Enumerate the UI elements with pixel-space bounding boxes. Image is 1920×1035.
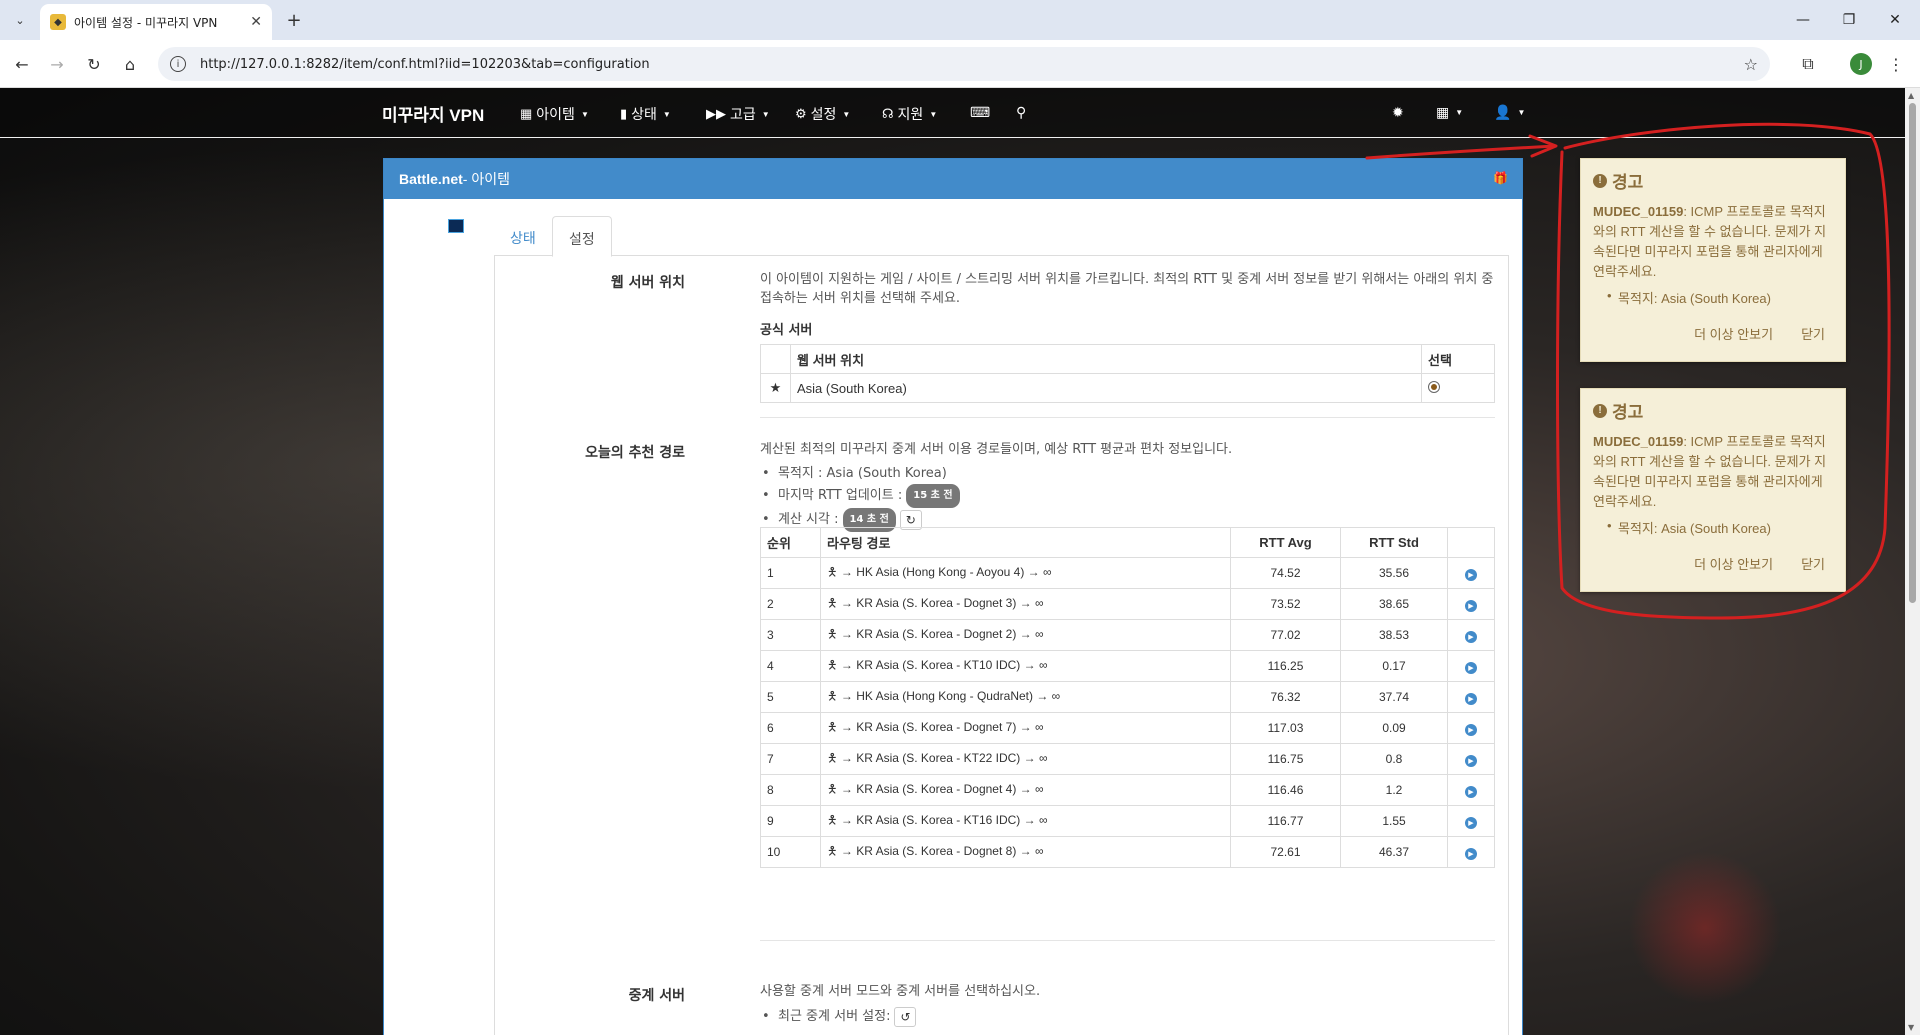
restore-icon[interactable]: ❐ (1826, 0, 1872, 40)
url-text[interactable]: http://127.0.0.1:8282/item/conf.html?iid… (200, 57, 650, 72)
window-close-icon[interactable]: ✕ (1872, 0, 1918, 40)
scroll-down-icon[interactable]: ▼ (1908, 1023, 1914, 1032)
annotation-arrow (1365, 144, 1557, 160)
favicon-icon: ◆ (50, 14, 66, 30)
scroll-up-icon[interactable]: ▲ (1908, 91, 1914, 100)
profile-avatar[interactable]: J (1850, 53, 1872, 75)
reload-icon[interactable]: ↻ (82, 52, 106, 76)
back-arrow-icon[interactable]: ← (10, 52, 34, 76)
browser-tab[interactable]: ◆ 아이템 설정 - 미꾸라지 VPN ✕ (40, 4, 272, 40)
browser-tab-bar: ⌄ ◆ 아이템 설정 - 미꾸라지 VPN ✕ + — ❐ ✕ (0, 0, 1920, 40)
minimize-icon[interactable]: — (1780, 0, 1826, 40)
forward-arrow-icon[interactable]: → (45, 52, 69, 76)
new-tab-plus-icon[interactable]: + (282, 8, 306, 32)
browser-menu-icon[interactable]: ⋮ (1884, 52, 1908, 76)
tab-title: 아이템 설정 - 미꾸라지 VPN (74, 15, 218, 30)
scrollbar-thumb[interactable] (1909, 103, 1916, 603)
address-bar: ← → ↻ ⌂ i http://127.0.0.1:8282/item/con… (0, 40, 1920, 88)
tab-close-icon[interactable]: ✕ (250, 14, 262, 30)
tab-list-chevron-icon[interactable]: ⌄ (8, 8, 32, 32)
extensions-puzzle-icon[interactable]: ⧉ (1796, 52, 1820, 76)
url-omnibox[interactable]: i http://127.0.0.1:8282/item/conf.html?i… (158, 47, 1770, 81)
page-scrollbar[interactable]: ▲ ▼ (1905, 88, 1920, 1035)
annotation-circle (1556, 122, 1891, 620)
red-annotation-overlay (1365, 122, 1891, 620)
bookmark-star-icon[interactable]: ☆ (1744, 55, 1758, 74)
site-info-icon[interactable]: i (170, 56, 186, 72)
home-icon[interactable]: ⌂ (118, 52, 142, 76)
page-viewport: 미꾸라지 VPN ▦ 아이템 ▼ ▮ 상태 ▼ ▶▶ 고급 ▼ ⚙ 설정 ▼ ☊ 지원 ▼ ⌨ ⚲ … (0, 88, 1920, 1035)
